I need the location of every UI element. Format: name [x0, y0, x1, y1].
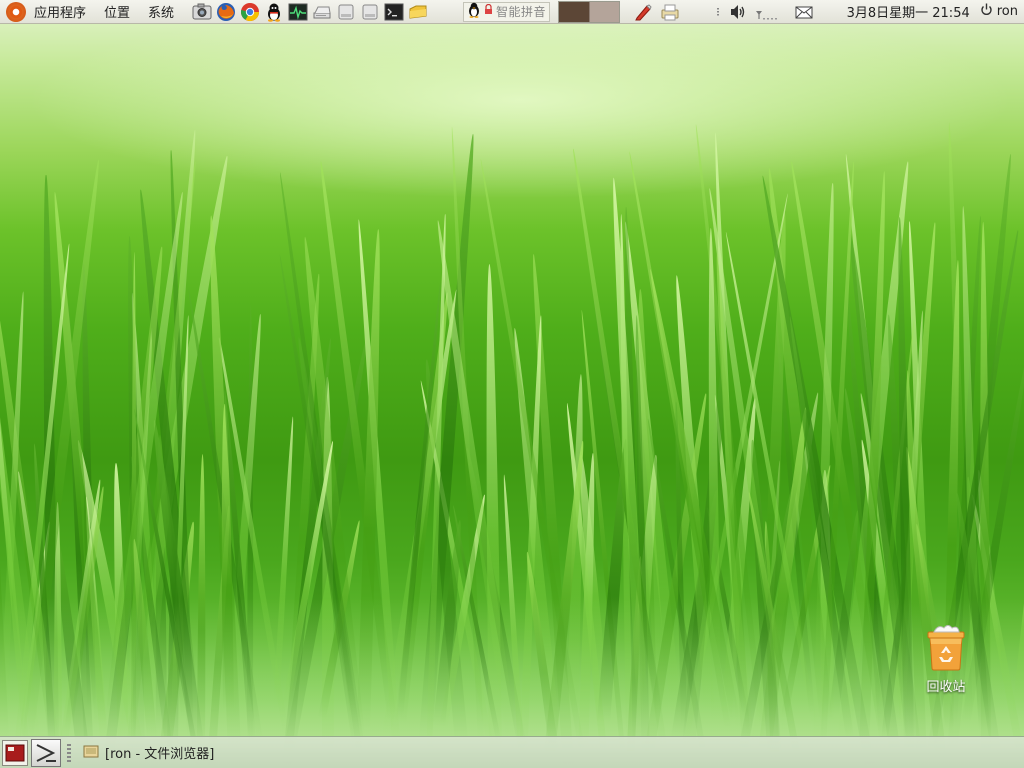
- chrome-icon[interactable]: [239, 1, 261, 23]
- desktop-icon-label: 回收站: [926, 680, 966, 695]
- menu-bar: 应用程序 位置 系统: [0, 0, 181, 24]
- user-name: ron: [996, 4, 1018, 19]
- lock-icon: [484, 3, 493, 19]
- menu-places[interactable]: 位置: [97, 0, 137, 24]
- system-tray: 3月8日星期一 21:54 ron: [631, 0, 1024, 24]
- tray-handle-icon: [713, 1, 723, 23]
- pencil-tool-icon[interactable]: [633, 1, 655, 23]
- trash-icon: [927, 625, 965, 671]
- input-method-indicator[interactable]: 智能拼音: [463, 1, 551, 22]
- taskbar-item-label: [ron - 文件浏览器]: [105, 747, 215, 762]
- qq-icon[interactable]: [263, 1, 285, 23]
- desktop-wallpaper: [0, 0, 1024, 768]
- printer-icon[interactable]: [659, 1, 681, 23]
- clock[interactable]: 3月8日星期一 21:54: [841, 2, 976, 21]
- file-manager-icon: [83, 743, 99, 763]
- screenshot-icon[interactable]: [191, 1, 213, 23]
- terminal-launcher-button[interactable]: [31, 738, 61, 767]
- workspace-2[interactable]: [589, 1, 620, 22]
- workspace-switcher: [558, 0, 621, 23]
- terminal-icon[interactable]: [383, 1, 405, 23]
- taskbar-item-file-browser[interactable]: [ron - 文件浏览器]: [79, 741, 218, 765]
- drive-icon[interactable]: [335, 1, 357, 23]
- menu-applications[interactable]: 应用程序: [32, 0, 93, 24]
- desktop-icon-trash[interactable]: 回收站: [914, 624, 978, 695]
- network-icon[interactable]: [753, 1, 779, 23]
- drive-icon[interactable]: [359, 1, 381, 23]
- show-desktop-button[interactable]: [2, 739, 28, 766]
- ubuntu-logo-icon[interactable]: [6, 1, 26, 22]
- power-icon: [980, 3, 993, 20]
- system-monitor-icon[interactable]: [287, 1, 309, 23]
- menu-system[interactable]: 系统: [141, 0, 181, 24]
- bottom-panel: [ron - 文件浏览器]: [0, 736, 1024, 768]
- panel-handle[interactable]: [67, 743, 71, 762]
- mail-icon[interactable]: [793, 1, 815, 23]
- user-menu[interactable]: ron: [976, 3, 1024, 20]
- firefox-icon[interactable]: [215, 1, 237, 23]
- terminal-prompt-icon: [36, 743, 56, 762]
- scanner-icon[interactable]: [311, 1, 333, 23]
- launcher-bar: [191, 1, 429, 23]
- show-desktop-icon: [5, 744, 25, 761]
- folder-icon[interactable]: [407, 1, 429, 23]
- penguin-icon: [467, 2, 481, 22]
- volume-icon[interactable]: [727, 1, 749, 23]
- workspace-1[interactable]: [559, 1, 590, 22]
- top-panel: 应用程序 位置 系统 智能拼音 3月8日星期一 21:54 ron: [0, 0, 1024, 24]
- ime-label: 智能拼音: [496, 5, 547, 19]
